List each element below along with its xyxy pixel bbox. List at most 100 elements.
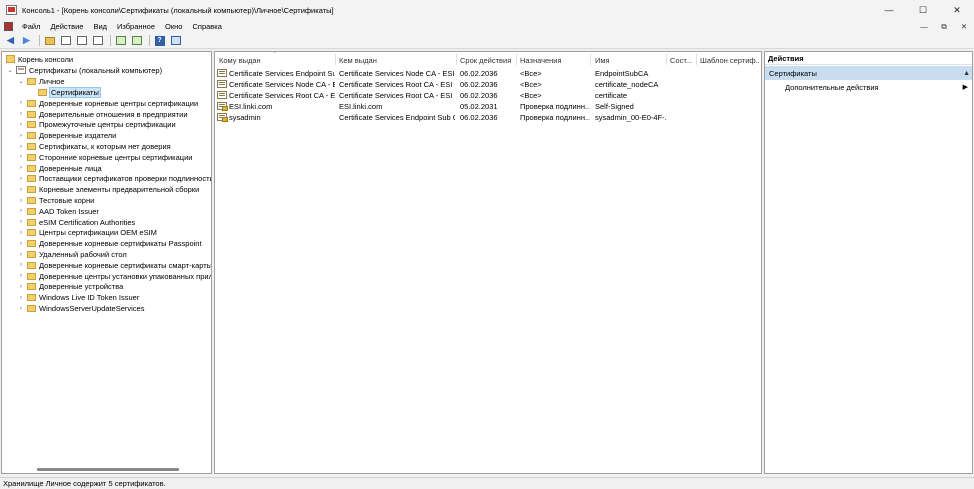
mmc-system-icon[interactable] xyxy=(4,22,13,31)
tree-item-label: Доверительные отношения в предприятии xyxy=(39,109,188,119)
forward-arrow-icon[interactable]: ▶ xyxy=(20,34,33,47)
tree-item-store[interactable]: › WindowsServerUpdateServices xyxy=(17,303,144,314)
column-purposes[interactable]: Назначения xyxy=(520,56,590,65)
column-friendly-name[interactable]: Имя xyxy=(595,56,665,65)
column-issued-to[interactable]: Кому выдан xyxy=(219,56,337,65)
tree-item-store[interactable]: › Сертификаты, к которым нет доверия xyxy=(17,141,171,152)
tree-item-store[interactable]: › Поставщики сертификатов проверки подлин… xyxy=(17,174,211,185)
action-pane-icon[interactable] xyxy=(169,34,182,47)
menu-file[interactable]: Файл xyxy=(17,22,45,31)
column-divider[interactable] xyxy=(696,54,697,65)
tree-item-store[interactable]: › Windows Live ID Token Issuer xyxy=(17,292,139,303)
menu-help[interactable]: Справка xyxy=(187,22,226,31)
expand-chevron-icon[interactable]: › xyxy=(17,154,25,160)
column-status[interactable]: Сост... xyxy=(670,56,694,65)
tree-item-store[interactable]: › Доверенные лица xyxy=(17,163,102,174)
tree-item-label: Доверенные издатели xyxy=(39,131,117,141)
expand-chevron-icon[interactable]: › xyxy=(17,100,25,106)
tree-item-store[interactable]: › Доверенные центры установки упакованных… xyxy=(17,271,212,282)
refresh-icon[interactable] xyxy=(130,34,143,47)
tree-item-personal[interactable]: ⌄ Личное xyxy=(17,76,64,87)
close-button[interactable]: ✕ xyxy=(940,0,974,20)
tree-item-store[interactable]: › Доверенные корневые сертификаты Passpoi… xyxy=(17,238,202,249)
expand-chevron-icon[interactable]: ⌄ xyxy=(17,78,25,85)
tree-item-label: Сертификаты xyxy=(49,86,101,98)
tree-item-console-root[interactable]: Корень консоли xyxy=(4,54,73,65)
show-tree-icon[interactable] xyxy=(59,34,72,47)
expand-chevron-icon[interactable]: › xyxy=(17,241,25,247)
expand-chevron-icon[interactable]: › xyxy=(17,111,25,117)
column-template[interactable]: Шаблон сертиф... xyxy=(700,56,760,65)
tree-item-store[interactable]: › Сторонние корневые центры сертификации xyxy=(17,152,192,163)
tree-item-store[interactable]: › Центры сертификации OEM eSIM xyxy=(17,228,157,239)
expand-chevron-icon[interactable]: › xyxy=(17,176,25,182)
table-row[interactable]: Certificate Services Root CA - ESI Certi… xyxy=(215,90,761,101)
tree-item-store[interactable]: › Доверенные корневые центры сертификации xyxy=(17,98,198,109)
expand-chevron-icon[interactable]: › xyxy=(17,133,25,139)
tree-item-store[interactable]: › Доверенные корневые сертификаты смарт-к… xyxy=(17,260,211,271)
expand-chevron-icon[interactable]: › xyxy=(17,295,25,301)
folder-icon xyxy=(27,261,36,269)
actions-section-certificates[interactable]: Сертификаты ▲ xyxy=(765,66,972,80)
column-divider[interactable] xyxy=(590,54,591,65)
expand-chevron-icon[interactable]: › xyxy=(17,144,25,150)
tree-item-store[interactable]: › Промежуточные центры сертификации xyxy=(17,120,176,131)
export-icon[interactable] xyxy=(114,34,127,47)
copy-icon[interactable] xyxy=(75,34,88,47)
column-divider[interactable] xyxy=(456,54,457,65)
expand-chevron-icon[interactable]: › xyxy=(17,262,25,268)
expand-chevron-icon[interactable]: › xyxy=(17,122,25,128)
up-folder-icon[interactable] xyxy=(43,34,56,47)
column-divider[interactable] xyxy=(335,54,336,65)
tree-item-local-computer-certificates[interactable]: ⌄ Сертификаты (локальный компьютер) xyxy=(6,65,162,76)
column-divider[interactable] xyxy=(666,54,667,65)
cell-issued-by: Certificate Services Endpoint Sub C... xyxy=(339,113,455,122)
collapse-caret-icon[interactable]: ▲ xyxy=(963,70,970,77)
tree-item-store[interactable]: › Тестовые корни xyxy=(17,195,94,206)
menu-favorites[interactable]: Избранное xyxy=(112,22,160,31)
minimize-button[interactable]: — xyxy=(872,0,906,20)
tree-item-store[interactable]: › Доверенные устройства xyxy=(17,282,123,293)
expand-chevron-icon[interactable]: › xyxy=(17,252,25,258)
tree-item-store[interactable]: › Доверительные отношения в предприятии xyxy=(17,109,188,120)
table-row[interactable]: sysadmin Certificate Services Endpoint S… xyxy=(215,112,761,123)
column-expiration[interactable]: Срок действия xyxy=(460,56,517,65)
expand-chevron-icon[interactable]: › xyxy=(17,306,25,312)
table-row[interactable]: Certificate Services Endpoint Su... Cert… xyxy=(215,68,761,79)
expand-chevron-icon[interactable]: › xyxy=(17,273,25,279)
column-issued-by[interactable]: Кем выдан xyxy=(339,56,455,65)
child-minimize-button[interactable]: — xyxy=(914,20,934,33)
table-row[interactable]: Certificate Services Node CA - ESI Certi… xyxy=(215,79,761,90)
tree-item-label: Корень консоли xyxy=(18,54,74,64)
expand-chevron-icon[interactable]: › xyxy=(17,284,25,290)
expand-chevron-icon[interactable]: › xyxy=(17,230,25,236)
expand-chevron-icon[interactable]: › xyxy=(17,187,25,193)
child-close-button[interactable]: ✕ xyxy=(954,20,974,33)
expand-chevron-icon[interactable]: › xyxy=(17,219,25,225)
properties-icon[interactable] xyxy=(91,34,104,47)
back-arrow-icon[interactable]: ◀ xyxy=(4,34,17,47)
maximize-button[interactable]: ☐ xyxy=(906,0,940,20)
menu-window[interactable]: Окно xyxy=(160,22,187,31)
tree-item-store[interactable]: › Удаленный рабочий стол xyxy=(17,249,127,260)
tree-item-store[interactable]: › AAD Token Issuer xyxy=(17,206,99,217)
expand-chevron-icon[interactable]: › xyxy=(17,198,25,204)
cell-issued-by: Certificate Services Root CA - ESI xyxy=(339,91,453,100)
table-row[interactable]: ESI.linki.com ESI.linki.com 05.02.2031 П… xyxy=(215,101,761,112)
tree-item-store[interactable]: › Доверенные издатели xyxy=(17,130,116,141)
child-restore-button[interactable]: ⧉ xyxy=(934,20,954,33)
expand-chevron-icon[interactable]: ⌄ xyxy=(6,67,14,74)
more-actions-link[interactable]: Дополнительные действия xyxy=(785,83,879,92)
expand-chevron-icon[interactable]: › xyxy=(17,208,25,214)
tree-item-store[interactable]: › eSIM Certification Authorities xyxy=(17,217,135,228)
horizontal-scrollbar[interactable] xyxy=(37,468,179,471)
submenu-arrow-icon[interactable]: ▶ xyxy=(963,83,968,91)
help-icon[interactable]: ? xyxy=(153,34,166,47)
menu-action[interactable]: Действие xyxy=(45,22,88,31)
expand-chevron-icon[interactable]: › xyxy=(17,165,25,171)
tree-item-label: Доверенные центры установки упакованных … xyxy=(39,271,212,281)
tree-item-certificates-selected[interactable]: Сертификаты xyxy=(36,86,101,98)
tree-item-store[interactable]: › Корневые элементы предварительной сборк… xyxy=(17,184,199,195)
menu-view[interactable]: Вид xyxy=(88,22,112,31)
column-divider[interactable] xyxy=(516,54,517,65)
